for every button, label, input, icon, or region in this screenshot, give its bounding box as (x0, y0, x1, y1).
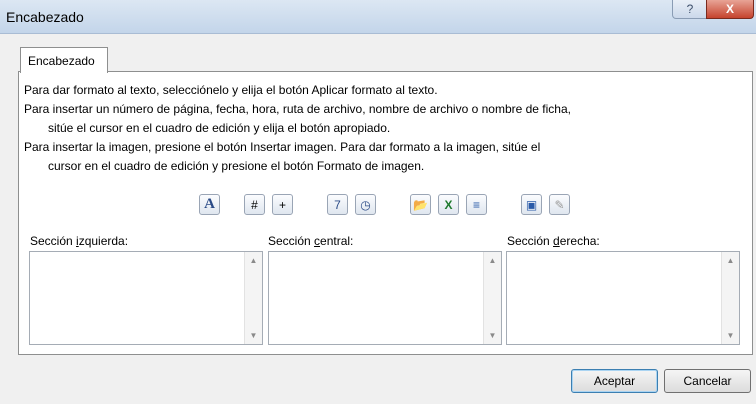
cancel-button[interactable]: Cancelar (664, 369, 751, 393)
instruction-line-3: sitúe el cursor en el cuadro de edición … (48, 121, 391, 135)
left-section-label: Sección izquierda: (30, 234, 129, 248)
time-icon: ◷ (360, 197, 371, 212)
instruction-line-1: Para dar formato al texto, selecciónelo … (24, 83, 438, 97)
ok-button[interactable]: Aceptar (571, 369, 658, 393)
scroll-up-icon[interactable]: ▲ (722, 252, 739, 269)
page-count-icon: + (278, 197, 286, 212)
file-name-button[interactable]: X (438, 194, 459, 215)
date-button[interactable]: 7 (327, 194, 348, 215)
left-section-textbox[interactable]: ▲ ▼ (29, 251, 263, 345)
close-button[interactable]: X (706, 0, 754, 19)
page-number-icon: # (251, 197, 258, 212)
help-button[interactable]: ? (672, 0, 708, 19)
tab-label: Encabezado (28, 54, 95, 68)
right-section-label: Sección derecha: (507, 234, 600, 248)
page-number-button[interactable]: # (244, 194, 265, 215)
scroll-down-icon[interactable]: ▼ (245, 327, 262, 344)
tab-encabezado[interactable]: Encabezado (20, 47, 108, 73)
format-text-icon: A (204, 196, 215, 212)
scroll-up-icon[interactable]: ▲ (484, 252, 501, 269)
sheet-name-icon: ≡ (472, 197, 480, 212)
scroll-up-icon[interactable]: ▲ (245, 252, 262, 269)
right-section-textbox[interactable]: ▲ ▼ (506, 251, 740, 345)
center-section-label: Sección central: (268, 234, 354, 248)
scroll-down-icon[interactable]: ▼ (484, 327, 501, 344)
format-picture-icon: ✎ (554, 197, 565, 212)
format-text-button[interactable]: A (199, 194, 220, 215)
center-section-textbox[interactable]: ▲ ▼ (268, 251, 502, 345)
date-icon: 7 (334, 197, 341, 212)
page-count-button[interactable]: + (272, 194, 293, 215)
instruction-line-4: Para insertar la imagen, presione el bot… (24, 140, 541, 154)
file-name-icon: X (444, 197, 453, 212)
file-path-button[interactable]: 📂 (410, 194, 431, 215)
left-section-scrollbar[interactable]: ▲ ▼ (244, 252, 262, 344)
insert-picture-icon: ▣ (525, 197, 538, 212)
center-section-scrollbar[interactable]: ▲ ▼ (483, 252, 501, 344)
format-picture-button[interactable]: ✎ (549, 194, 570, 215)
instruction-line-5: cursor en el cuadro de edición y presion… (48, 159, 425, 173)
scroll-down-icon[interactable]: ▼ (722, 327, 739, 344)
sheet-name-button[interactable]: ≡ (466, 194, 487, 215)
time-button[interactable]: ◷ (355, 194, 376, 215)
insert-picture-button[interactable]: ▣ (521, 194, 542, 215)
instruction-line-2: Para insertar un número de página, fecha… (24, 102, 571, 116)
title-bar: Encabezado ? X (0, 0, 756, 34)
right-section-scrollbar[interactable]: ▲ ▼ (721, 252, 739, 344)
file-path-icon: 📂 (413, 197, 428, 212)
window-title: Encabezado (6, 9, 84, 25)
